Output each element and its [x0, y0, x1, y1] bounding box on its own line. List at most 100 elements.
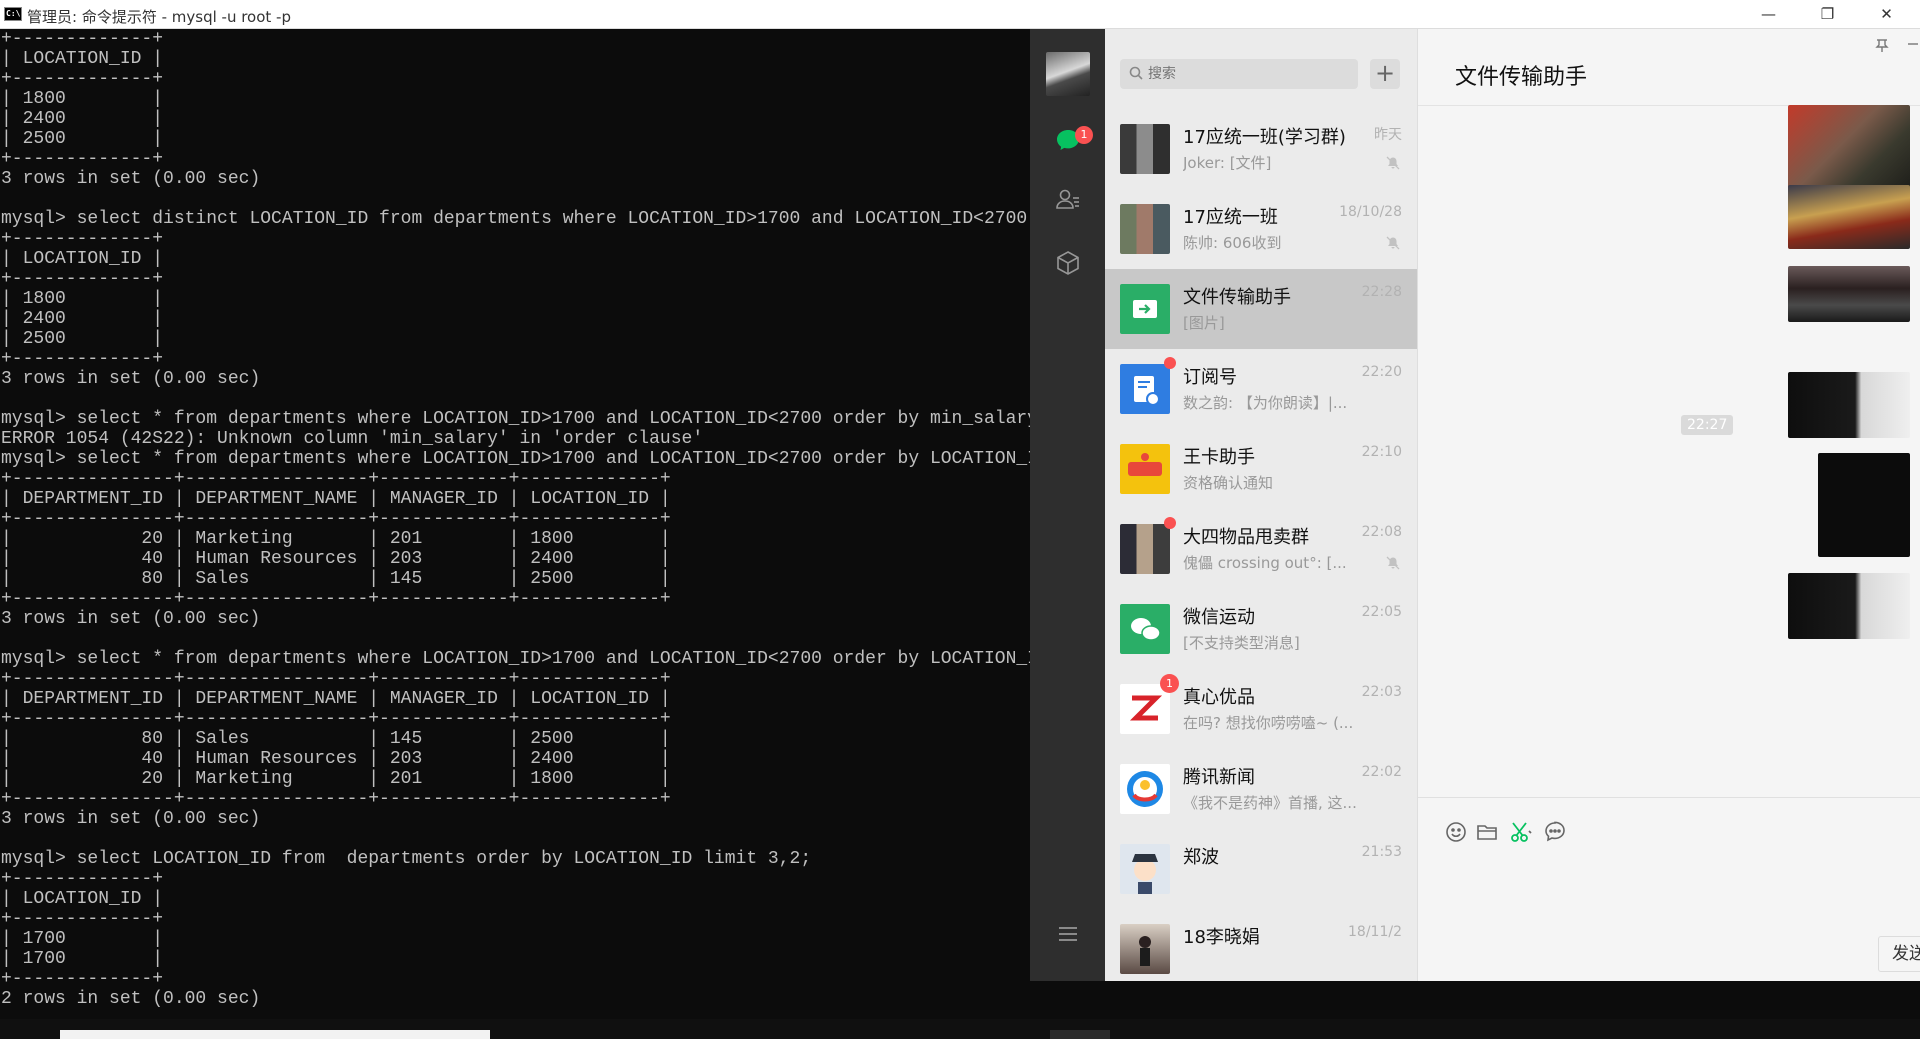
group-avatar: [1120, 124, 1170, 174]
conversation-preview: [图片]: [1183, 314, 1225, 332]
list-item[interactable]: 郑波 21:53: [1105, 829, 1417, 909]
unread-dot: [1164, 517, 1176, 529]
chat-history-icon[interactable]: [1542, 819, 1568, 845]
image-message[interactable]: [1788, 266, 1910, 322]
conversation-name: 18李晓娟: [1183, 927, 1260, 948]
group-avatar: [1120, 524, 1170, 574]
cmd-app-icon: C:\: [4, 7, 22, 21]
conversation-time: 22:28: [1361, 284, 1402, 300]
add-button[interactable]: +: [1370, 59, 1400, 89]
mute-icon: [1386, 156, 1400, 170]
conversation-name: 王卡助手: [1183, 447, 1255, 468]
conversation-name: 真心优品: [1183, 687, 1255, 708]
cmd-titlebar[interactable]: C:\ 管理员: 命令提示符 - mysql -u root -p — ❐ ✕: [0, 0, 1920, 29]
image-message[interactable]: [1788, 185, 1910, 249]
conversation-time: 22:03: [1361, 684, 1402, 700]
minimize-icon[interactable]: [1906, 37, 1920, 51]
search-input[interactable]: [1148, 59, 1348, 89]
chat-icon[interactable]: 1: [1050, 126, 1093, 162]
chat-panel: 文件传输助手 22:27 发送: [1418, 29, 1920, 981]
conversation-time: 22:08: [1361, 524, 1402, 540]
conversation-preview: 在吗? 想找你唠唠嗑~ (...: [1183, 714, 1354, 732]
file-transfer-avatar: [1120, 284, 1170, 334]
conversation-preview: 资格确认通知: [1183, 474, 1274, 492]
conversation-preview: Joker: [文件]: [1183, 154, 1272, 172]
minimize-button[interactable]: —: [1740, 0, 1797, 29]
taskbar-tab[interactable]: [1050, 1030, 1110, 1039]
group-avatar: [1120, 204, 1170, 254]
close-button[interactable]: ✕: [1858, 0, 1915, 29]
subscription-avatar: [1120, 364, 1170, 414]
favorites-icon[interactable]: [1050, 249, 1086, 285]
conversation-name: 腾讯新闻: [1183, 767, 1255, 788]
conversation-preview: 陈帅: 606收到: [1183, 234, 1282, 252]
conversation-preview: 数之韵: 【为你朗读】|...: [1183, 394, 1348, 412]
send-button[interactable]: 发送: [1878, 936, 1920, 972]
list-item[interactable]: 18李晓娟 18/11/2: [1105, 909, 1417, 981]
mute-icon: [1386, 236, 1400, 250]
unread-badge: 1: [1160, 674, 1179, 693]
list-item[interactable]: 17应统一班 陈帅: 606收到 18/10/28: [1105, 189, 1417, 269]
person-avatar: [1120, 844, 1170, 894]
tencent-news-avatar: [1120, 764, 1170, 814]
page-title: 文件传输助手: [1455, 65, 1588, 90]
list-item[interactable]: 大四物品甩卖群 傀儡 crossing out°: [... 22:08: [1105, 509, 1417, 589]
contacts-icon[interactable]: [1050, 186, 1086, 222]
console-text: +-------------+ | LOCATION_ID | +-------…: [1, 29, 1030, 1009]
pin-icon[interactable]: [1874, 37, 1890, 53]
conversation-name: 17应统一班(学习群): [1183, 127, 1346, 148]
zhenxin-avatar: [1120, 684, 1170, 734]
conversation-name: 订阅号: [1183, 367, 1237, 388]
list-item[interactable]: 腾讯新闻 《我不是药神》首播, 这... 22:02: [1105, 749, 1417, 829]
list-item[interactable]: 1 真心优品 在吗? 想找你唠唠嗑~ (... 22:03: [1105, 669, 1417, 749]
cmd-window-title: 管理员: 命令提示符 - mysql -u root -p: [27, 8, 291, 26]
image-message[interactable]: [1818, 453, 1910, 557]
image-message[interactable]: [1788, 573, 1910, 639]
conversation-time: 22:20: [1361, 364, 1402, 380]
conversation-time: 21:53: [1361, 844, 1402, 860]
wechat-sport-avatar: [1120, 604, 1170, 654]
conversation-name: 郑波: [1183, 847, 1219, 868]
wechat-window: 1 + 17应统一班(学习群) Joker: [文件] 昨天: [1030, 29, 1920, 981]
list-item[interactable]: 王卡助手 资格确认通知 22:10: [1105, 429, 1417, 509]
conversation-name: 大四物品甩卖群: [1183, 527, 1309, 548]
conversation-time: 22:05: [1361, 604, 1402, 620]
conversation-preview: 傀儡 crossing out°: [...: [1183, 554, 1347, 572]
menu-icon[interactable]: [1050, 922, 1086, 958]
taskbar-app-bar[interactable]: [60, 1030, 490, 1039]
wechat-nav-bar: 1: [1030, 29, 1105, 981]
list-item[interactable]: 订阅号 数之韵: 【为你朗读】|... 22:20: [1105, 349, 1417, 429]
maximize-button[interactable]: ❐: [1799, 0, 1856, 29]
wangka-avatar: [1120, 444, 1170, 494]
conversation-list: 17应统一班(学习群) Joker: [文件] 昨天 17应统一班 陈帅: 60…: [1105, 109, 1417, 981]
conversation-preview: 《我不是药神》首播, 这...: [1183, 794, 1357, 812]
folder-icon[interactable]: [1474, 819, 1500, 845]
search-box[interactable]: [1120, 59, 1358, 89]
conversation-time: 18/11/2: [1348, 924, 1402, 940]
conversation-panel: + 17应统一班(学习群) Joker: [文件] 昨天 17应统一班 陈帅: …: [1105, 29, 1418, 981]
emoji-icon[interactable]: [1443, 819, 1469, 845]
image-message[interactable]: [1788, 105, 1910, 189]
search-icon: [1129, 66, 1143, 80]
conversation-time: 18/10/28: [1339, 204, 1402, 220]
conversation-name: 文件传输助手: [1183, 287, 1291, 308]
divider: [1418, 797, 1920, 798]
screenshot-icon[interactable]: [1508, 819, 1534, 845]
avatar[interactable]: [1046, 52, 1090, 96]
message-timestamp: 22:27: [1681, 415, 1734, 435]
console-output-area[interactable]: +-------------+ | LOCATION_ID | +-------…: [0, 29, 1030, 1019]
person-avatar: [1120, 924, 1170, 974]
conversation-name: 17应统一班: [1183, 207, 1278, 228]
unread-badge: 1: [1075, 126, 1093, 144]
conversation-time: 昨天: [1374, 127, 1402, 143]
list-item[interactable]: 文件传输助手 [图片] 22:28: [1105, 269, 1417, 349]
conversation-name: 微信运动: [1183, 607, 1255, 628]
conversation-time: 22:02: [1361, 764, 1402, 780]
conversation-preview: [不支持类型消息]: [1183, 634, 1300, 652]
list-item[interactable]: 17应统一班(学习群) Joker: [文件] 昨天: [1105, 109, 1417, 189]
unread-dot: [1164, 357, 1176, 369]
conversation-time: 22:10: [1361, 444, 1402, 460]
list-item[interactable]: 微信运动 [不支持类型消息] 22:05: [1105, 589, 1417, 669]
mute-icon: [1386, 556, 1400, 570]
image-message[interactable]: [1788, 372, 1910, 438]
